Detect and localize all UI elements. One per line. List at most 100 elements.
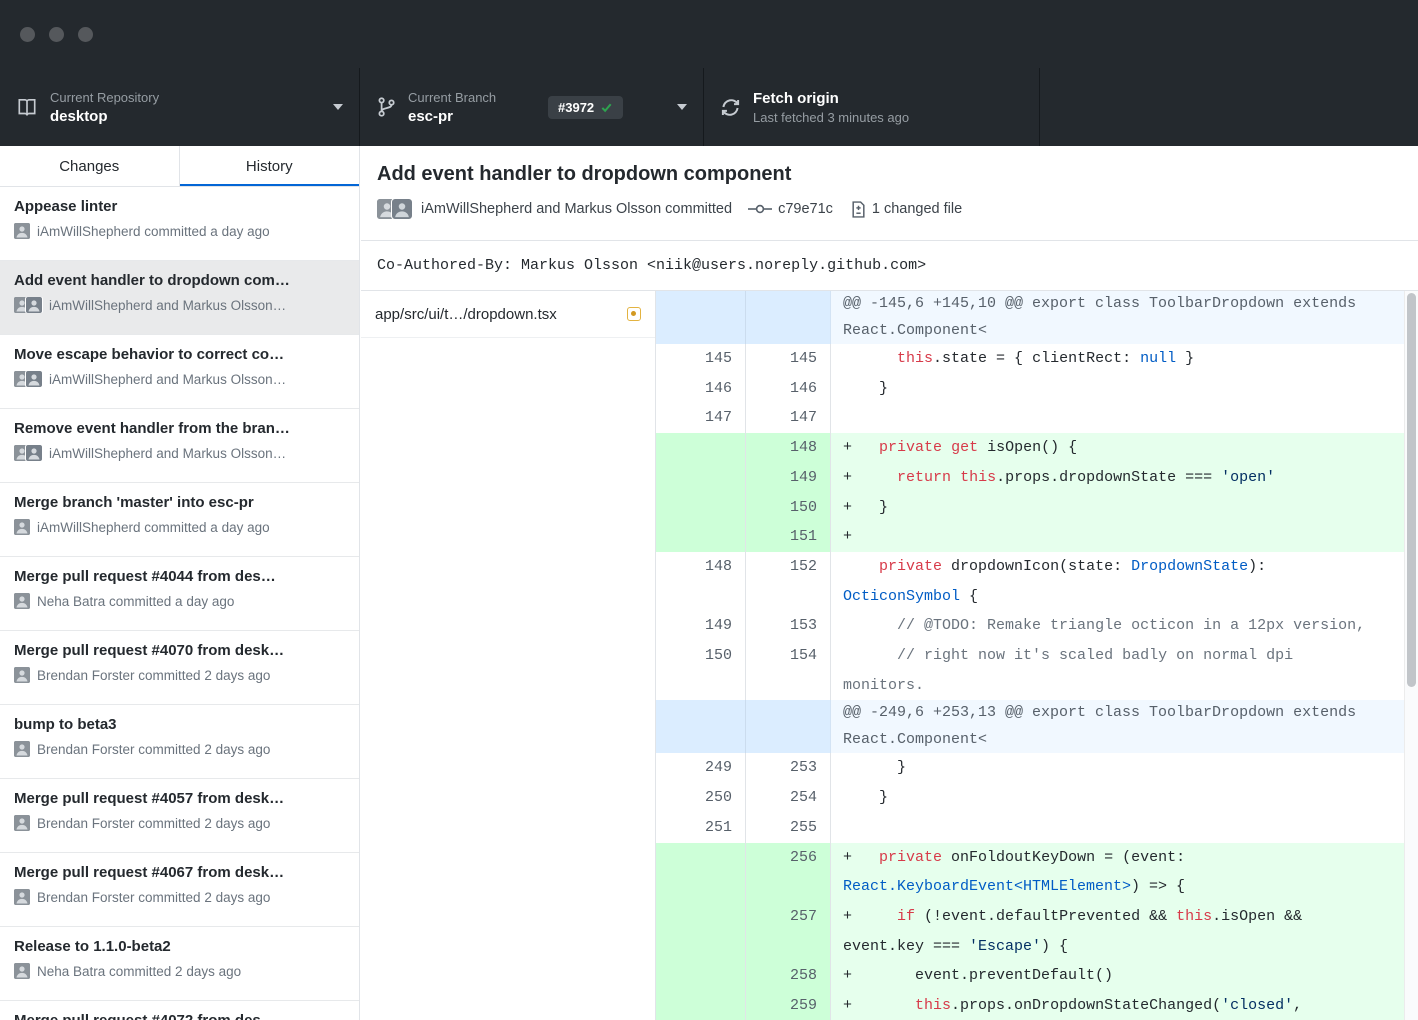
code-token: this (1176, 908, 1212, 925)
avatar (14, 519, 30, 535)
code-token (861, 997, 915, 1014)
commit-item-avatars (14, 667, 30, 683)
code-token: } (861, 759, 906, 776)
commit-title: Add event handler to dropdown component (377, 163, 1402, 186)
commit-list-item[interactable]: Merge pull request #4067 from desk…Brend… (0, 853, 359, 927)
avatar (14, 223, 30, 239)
diff-old-line-number: 145 (656, 344, 746, 374)
tab-changes[interactable]: Changes (0, 146, 180, 186)
diff-line: 249253 } (656, 753, 1418, 783)
diff-new-line-number: 154 (746, 641, 831, 700)
commit-item-title: Merge pull request #4072 from des… (14, 1012, 345, 1020)
commit-item-avatars (14, 445, 42, 461)
diff-new-line-number: 149 (746, 463, 831, 493)
commit-item-avatars (14, 519, 30, 535)
diff-marker (843, 617, 861, 634)
code-token: event.preventDefault() (861, 967, 1113, 984)
commit-list-item[interactable]: Move escape behavior to correct co…iAmWi… (0, 335, 359, 409)
avatar (14, 667, 30, 683)
commit-item-title: Release to 1.1.0-beta2 (14, 938, 345, 955)
commit-meta: iAmWillShepherd and Markus Olsson commit… (377, 199, 1402, 219)
minimize-button[interactable] (49, 27, 64, 42)
chevron-down-icon (333, 104, 343, 110)
commit-item-title: bump to beta3 (14, 716, 345, 733)
code-token: ): (1248, 558, 1275, 575)
diff-code: + } (831, 493, 1418, 523)
commit-item-meta-text: Neha Batra committed 2 days ago (37, 964, 241, 979)
diff-old-line-number (656, 843, 746, 902)
commit-item-meta: Neha Batra committed a day ago (14, 593, 345, 609)
current-branch-button[interactable]: Current Branch esc-pr #3972 (360, 68, 704, 146)
current-repository-button[interactable]: Current Repository desktop (0, 68, 360, 146)
commit-list-item[interactable]: bump to beta3Brendan Forster committed 2… (0, 705, 359, 779)
check-icon (600, 101, 613, 114)
diff-old-line-number (656, 493, 746, 523)
diff-new-line-number: 150 (746, 493, 831, 523)
commit-list-item[interactable]: Remove event handler from the bran…iAmWi… (0, 409, 359, 483)
diff-hunk-row: @@ -145,6 +145,10 @@ export class Toolba… (656, 291, 1418, 344)
commit-list-item[interactable]: Merge pull request #4072 from des… (0, 1001, 359, 1020)
commit-item-avatars (14, 889, 30, 905)
code-token: .props.onDropdownStateChanged( (951, 997, 1221, 1014)
commit-item-meta: iAmWillShepherd and Markus Olsson… (14, 371, 345, 387)
commit-list-item[interactable]: Merge branch 'master' into esc-priAmWill… (0, 483, 359, 557)
code-token: dropdownIcon(state: (942, 558, 1131, 575)
scrollbar-track[interactable] (1404, 291, 1418, 1020)
diff-line: 148+ private get isOpen() { (656, 433, 1418, 463)
diff-old-line-number: 149 (656, 611, 746, 641)
diff-old-line-number: 250 (656, 783, 746, 813)
code-token: null (1140, 350, 1176, 367)
scrollbar-thumb[interactable] (1407, 293, 1416, 687)
diff-marker (843, 647, 861, 664)
close-button[interactable] (20, 27, 35, 42)
code-token: this (915, 997, 951, 1014)
commit-list-item[interactable]: Merge pull request #4057 from desk…Brend… (0, 779, 359, 853)
fetch-origin-sub: Last fetched 3 minutes ago (753, 110, 909, 125)
changed-file-name: app/src/ui/t…/dropdown.tsx (375, 306, 627, 323)
diff-line: 150+ } (656, 493, 1418, 523)
commit-list-item[interactable]: Merge pull request #4070 from desk…Brend… (0, 631, 359, 705)
avatar (14, 889, 30, 905)
diff-old-line-number (656, 961, 746, 991)
code-token (861, 908, 897, 925)
tab-history[interactable]: History (180, 146, 360, 186)
avatar (26, 445, 42, 461)
diff-line: 149153 // @TODO: Remake triangle octicon… (656, 611, 1418, 641)
zoom-button[interactable] (78, 27, 93, 42)
commit-item-avatars (14, 371, 42, 387)
code-token: // right now it's scaled badly on normal… (843, 647, 1302, 694)
changed-files-panel: app/src/ui/t…/dropdown.tsx (361, 291, 656, 1020)
chevron-down-icon (677, 104, 687, 110)
code-token: get (951, 439, 978, 456)
diff-code (831, 403, 1418, 433)
diff-line: 148152 private dropdownIcon(state: Dropd… (656, 552, 1418, 611)
commit-item-avatars (14, 741, 30, 757)
diff-marker: + (843, 499, 861, 516)
diff-new-line-number: 146 (746, 374, 831, 404)
diff-new-line-number: 153 (746, 611, 831, 641)
pr-number: #3972 (558, 100, 594, 115)
changed-file-item[interactable]: app/src/ui/t…/dropdown.tsx (361, 291, 655, 338)
code-token: return (897, 469, 951, 486)
commit-header: Add event handler to dropdown component … (361, 146, 1418, 240)
author-avatars (377, 199, 412, 219)
commit-list-item[interactable]: Add event handler to dropdown com…iAmWil… (0, 261, 359, 335)
diff-line: 250254 } (656, 783, 1418, 813)
diff-old-line-number (656, 991, 746, 1020)
commit-item-title: Merge pull request #4067 from desk… (14, 864, 345, 881)
code-token (861, 647, 897, 664)
diff-new-line-number: 259 (746, 991, 831, 1020)
commit-list-item[interactable]: Merge pull request #4044 from des…Neha B… (0, 557, 359, 631)
commit-item-avatars (14, 593, 30, 609)
diff-code: + if (!event.defaultPrevented && this.is… (831, 902, 1418, 961)
diff-line: 146146 } (656, 374, 1418, 404)
fetch-origin-button[interactable]: Fetch origin Last fetched 3 minutes ago (704, 68, 1040, 146)
code-token: 'closed' (1221, 997, 1293, 1014)
code-token: this (960, 469, 996, 486)
diff-line: 257+ if (!event.defaultPrevented && this… (656, 902, 1418, 961)
commit-item-title: Remove event handler from the bran… (14, 420, 345, 437)
diff-marker (843, 789, 861, 806)
avatar (392, 199, 412, 219)
commit-list-item[interactable]: Release to 1.1.0-beta2 Neha Batra committ… (0, 927, 359, 1001)
commit-list-item[interactable]: Appease linteriAmWillShepherd committed … (0, 187, 359, 261)
